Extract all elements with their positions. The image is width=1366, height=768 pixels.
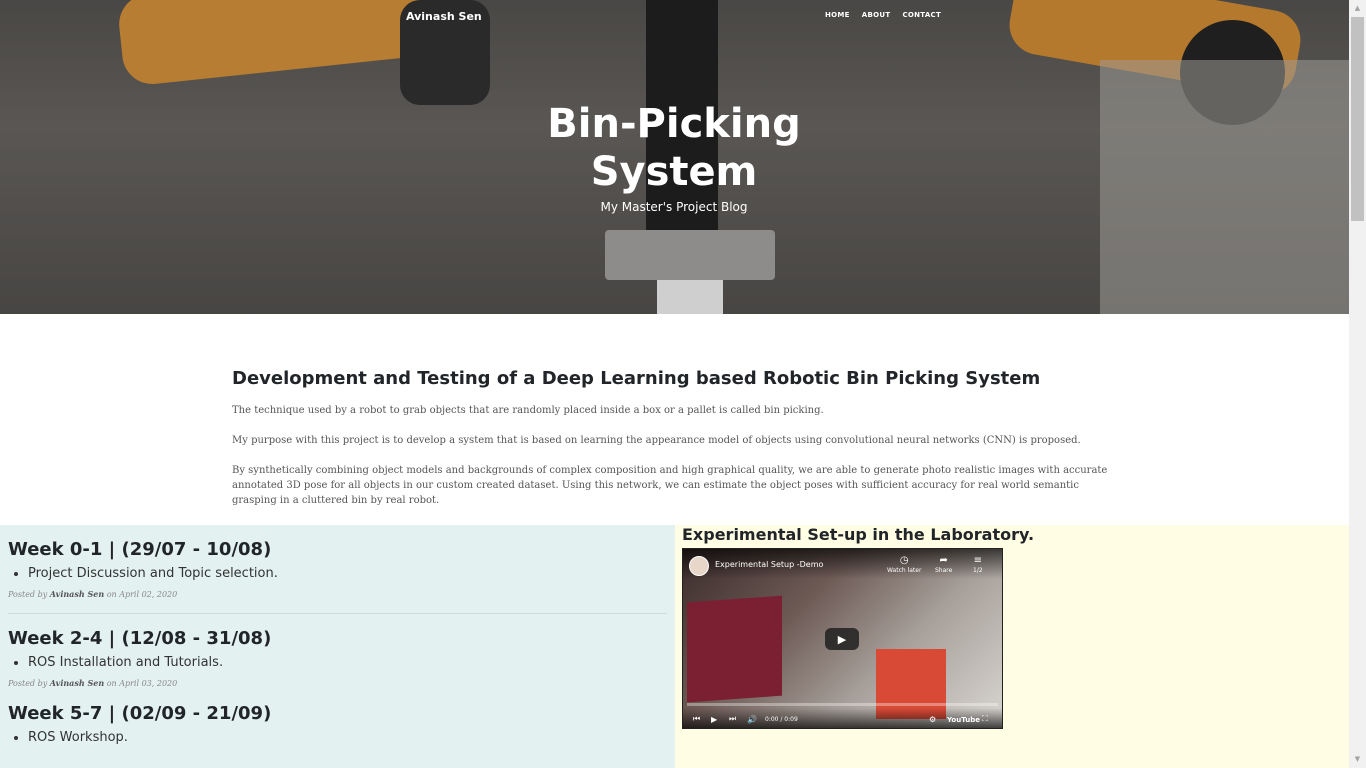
- post-meta-prefix: Posted by: [8, 679, 48, 688]
- post-list: ROS Workshop.: [8, 730, 667, 745]
- post-list: Project Discussion and Topic selection.: [8, 566, 667, 581]
- volume-icon[interactable]: 🔊: [747, 715, 757, 724]
- video-time: 0:00 / 0:09: [765, 716, 798, 723]
- posts-column: Week 0-1 | (29/07 - 10/08) Project Discu…: [0, 525, 675, 768]
- next-icon[interactable]: ⏭: [729, 714, 736, 724]
- hero-header: Avinash Sen HOME ABOUT CONTACT Bin-Picki…: [0, 0, 1349, 314]
- play-small-icon[interactable]: ▶: [711, 715, 717, 724]
- post-list-item: ROS Installation and Tutorials.: [28, 655, 667, 670]
- post-meta-on: on: [106, 679, 117, 688]
- video-top-bar: Experimental Setup -Demo ◷ Watch later ➦…: [683, 549, 1002, 579]
- video-progress-bar[interactable]: [687, 703, 998, 706]
- share-icon: ➦: [939, 555, 948, 566]
- video-column: Experimental Set-up in the Laboratory. E…: [675, 525, 1349, 768]
- post-list: ROS Installation and Tutorials.: [8, 655, 667, 670]
- scroll-up-arrow-icon[interactable]: ▲: [1349, 0, 1366, 17]
- video-section-heading: Experimental Set-up in the Laboratory.: [682, 525, 1035, 544]
- pillar-base-image: [605, 230, 775, 280]
- post-meta-prefix: Posted by: [8, 590, 48, 599]
- post-preview: Week 5-7 | (02/09 - 21/09) ROS Workshop.: [0, 703, 675, 745]
- post-meta: Posted by Avinash Sen on April 03, 2020: [8, 678, 667, 688]
- play-button[interactable]: ▶: [825, 628, 859, 650]
- scroll-down-arrow-icon[interactable]: ▼: [1349, 751, 1366, 768]
- clock-icon: ◷: [899, 555, 909, 566]
- nav-contact-link[interactable]: CONTACT: [902, 11, 941, 19]
- previous-icon[interactable]: ⏮: [693, 714, 700, 724]
- page-title-line2: System: [590, 149, 758, 195]
- nav-home-link[interactable]: HOME: [825, 11, 850, 19]
- channel-avatar[interactable]: [689, 556, 709, 576]
- playlist-icon: ≡: [973, 555, 983, 566]
- intro-paragraph: My purpose with this project is to devel…: [232, 435, 1081, 446]
- post-meta: Posted by Avinash Sen on April 02, 2020: [8, 589, 667, 599]
- share-label: Share: [935, 567, 953, 574]
- nav-about-link[interactable]: ABOUT: [862, 11, 891, 19]
- post-date: April 02, 2020: [119, 590, 178, 599]
- gear-icon[interactable]: ⚙: [929, 715, 936, 724]
- share-button[interactable]: ➦ Share: [935, 555, 952, 574]
- post-author-link[interactable]: Avinash Sen: [50, 678, 104, 688]
- page-title-line1: Bin-Picking: [547, 101, 801, 147]
- post-list-item: Project Discussion and Topic selection.: [28, 566, 667, 581]
- page-scrollbar[interactable]: ▲ ▼: [1349, 0, 1366, 768]
- main-nav: HOME ABOUT CONTACT: [825, 11, 941, 19]
- post-title-link[interactable]: Week 5-7 | (02/09 - 21/09): [8, 703, 667, 724]
- post-date: April 03, 2020: [119, 679, 178, 688]
- post-meta-on: on: [106, 590, 117, 599]
- youtube-logo[interactable]: YouTube: [947, 716, 980, 724]
- play-icon: ▶: [837, 632, 847, 646]
- playlist-button[interactable]: ≡ 1/2: [973, 555, 983, 574]
- page-subtitle: My Master's Project Blog: [600, 200, 748, 214]
- video-thumbnail-screen: [687, 595, 782, 703]
- intro-heading: Development and Testing of a Deep Learni…: [232, 368, 1041, 389]
- post-author-link[interactable]: Avinash Sen: [50, 589, 104, 599]
- background-wall: [1100, 60, 1349, 314]
- playlist-count: 1/2: [973, 567, 983, 574]
- video-controls: ⏮ ▶ ⏭ 🔊 0:00 / 0:09 ⚙ YouTube ⛶: [683, 708, 1002, 728]
- fullscreen-icon[interactable]: ⛶: [982, 714, 988, 724]
- post-title-link[interactable]: Week 0-1 | (29/07 - 10/08): [8, 525, 667, 560]
- post-preview: Week 0-1 | (29/07 - 10/08) Project Discu…: [0, 525, 675, 599]
- intro-section: Development and Testing of a Deep Learni…: [232, 368, 1112, 523]
- watch-later-label: Watch later: [887, 567, 922, 574]
- post-title-link[interactable]: Week 2-4 | (12/08 - 31/08): [8, 614, 667, 649]
- scrollbar-thumb[interactable]: [1351, 17, 1364, 221]
- page-title: Bin-Picking System: [474, 100, 874, 196]
- post-preview: Week 2-4 | (12/08 - 31/08) ROS Installat…: [0, 614, 675, 688]
- youtube-video-embed[interactable]: Experimental Setup -Demo ◷ Watch later ➦…: [682, 548, 1003, 729]
- intro-paragraph: By synthetically combining object models…: [232, 465, 1108, 506]
- pillar-foot-image: [657, 280, 723, 314]
- video-title-link[interactable]: Experimental Setup -Demo: [715, 560, 823, 569]
- watch-later-button[interactable]: ◷ Watch later: [887, 555, 921, 574]
- brand-link[interactable]: Avinash Sen: [406, 10, 482, 23]
- post-list-item: ROS Workshop.: [28, 730, 667, 745]
- intro-paragraph: The technique used by a robot to grab ob…: [232, 405, 824, 416]
